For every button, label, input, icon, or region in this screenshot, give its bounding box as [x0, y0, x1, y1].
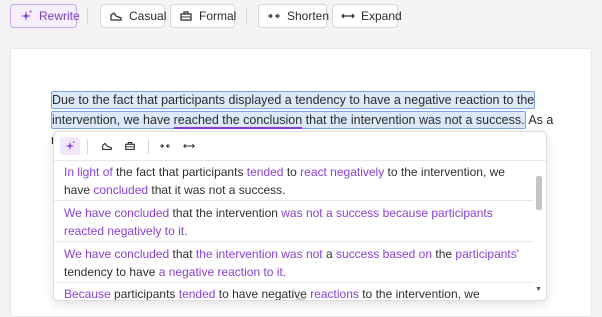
toolbar-divider — [246, 7, 247, 25]
casual-button[interactable]: Casual — [100, 4, 167, 28]
suggestion-divider — [54, 200, 534, 201]
selected-text-post: that the intervention was not a success. — [302, 113, 525, 127]
suggestion-text: a — [322, 247, 336, 261]
arrows-outward-icon — [183, 143, 195, 149]
suggestion-change-highlight: reactions — [310, 287, 359, 301]
suggestion-text: participants — [110, 287, 179, 301]
expand-label: Expand — [361, 9, 402, 23]
suggestion-text: the — [432, 247, 456, 261]
arrows-inward-icon — [267, 9, 281, 23]
suggestion-text: that it was not a success. — [148, 183, 286, 197]
popup-toolbar-divider — [148, 139, 149, 154]
suggestion-item[interactable]: We have concluded that the intervention … — [64, 204, 524, 240]
suggestion-change-highlight: In light of — [64, 165, 113, 179]
suggestion-change-highlight: react negatively — [300, 165, 385, 179]
casual-label: Casual — [129, 9, 167, 23]
shorten-button[interactable]: Shorten — [258, 4, 330, 28]
rewrite-suggestions-popup: In light of the fact that participants t… — [53, 131, 547, 301]
suggestion-text: tendency to have — [64, 265, 159, 279]
arrows-inward-icon — [159, 143, 171, 149]
briefcase-icon — [179, 9, 193, 23]
suggestion-text: that — [169, 247, 196, 261]
suggestion-change-highlight: Because — [64, 287, 111, 301]
suggestion-change-highlight: success based on — [335, 247, 433, 261]
popup-toolbar — [54, 132, 546, 160]
suggestion-text: to the intervention, we — [358, 287, 480, 301]
selected-text[interactable]: Due to the fact that participants displa… — [51, 91, 536, 129]
popup-scrollbar-thumb[interactable] — [536, 176, 542, 210]
suggestion-change-highlight: We have concluded — [64, 247, 170, 261]
popup-rewrite-button[interactable] — [60, 137, 80, 155]
scroll-down-arrow-icon[interactable]: ▼ — [535, 286, 542, 293]
briefcase-icon — [125, 142, 135, 150]
suggestion-change-highlight: We have concluded — [64, 206, 170, 220]
popup-toolbar-divider — [87, 139, 88, 154]
suggestion-change-highlight: tended — [246, 165, 284, 179]
suggestion-text: to — [283, 165, 301, 179]
selected-text-pre: have — [143, 113, 174, 127]
suggestion-change-highlight: participants' — [455, 247, 520, 261]
popup-casual-button[interactable] — [97, 137, 117, 155]
popup-shorten-button[interactable] — [155, 137, 175, 155]
suggestion-item[interactable]: In light of the fact that participants t… — [64, 163, 524, 199]
suggestion-text: the fact that participants — [112, 165, 247, 179]
rewrite-button[interactable]: Rewrite — [10, 4, 80, 28]
sparkle-icon — [65, 141, 75, 151]
popup-divider — [54, 160, 546, 161]
suggestion-divider — [54, 241, 534, 242]
popup-formal-button[interactable] — [120, 137, 140, 155]
rewrite-label: Rewrite — [39, 9, 80, 23]
suggestion-item[interactable]: Because participants tended to have nega… — [64, 285, 524, 301]
suggestion-change-highlight: the intervention was not — [195, 247, 323, 261]
popup-expand-button[interactable] — [179, 137, 199, 155]
toolbar-divider — [87, 7, 88, 25]
formal-label: Formal — [199, 9, 237, 23]
popup-resize-grip[interactable] — [296, 298, 306, 300]
rewrite-toolbar: Rewrite Casual Formal Shorten Expand — [0, 0, 602, 34]
arrows-outward-icon — [341, 9, 355, 23]
suggestion-divider — [54, 282, 534, 283]
suggestion-item[interactable]: We have concluded that the intervention … — [64, 245, 524, 281]
sneaker-icon — [109, 9, 123, 23]
suggestion-change-highlight: a negative reaction to it. — [158, 265, 287, 279]
sneaker-icon — [102, 142, 112, 150]
formal-button[interactable]: Formal — [170, 4, 237, 28]
suggestion-change-highlight: tended — [178, 287, 216, 301]
expand-button[interactable]: Expand — [332, 4, 402, 28]
suggestion-text: that the intervention — [169, 206, 282, 220]
flagged-phrase[interactable]: reached the conclusion — [173, 113, 303, 129]
sparkle-icon — [19, 9, 33, 23]
shorten-label: Shorten — [287, 9, 330, 23]
suggestion-change-highlight: concluded — [93, 183, 149, 197]
